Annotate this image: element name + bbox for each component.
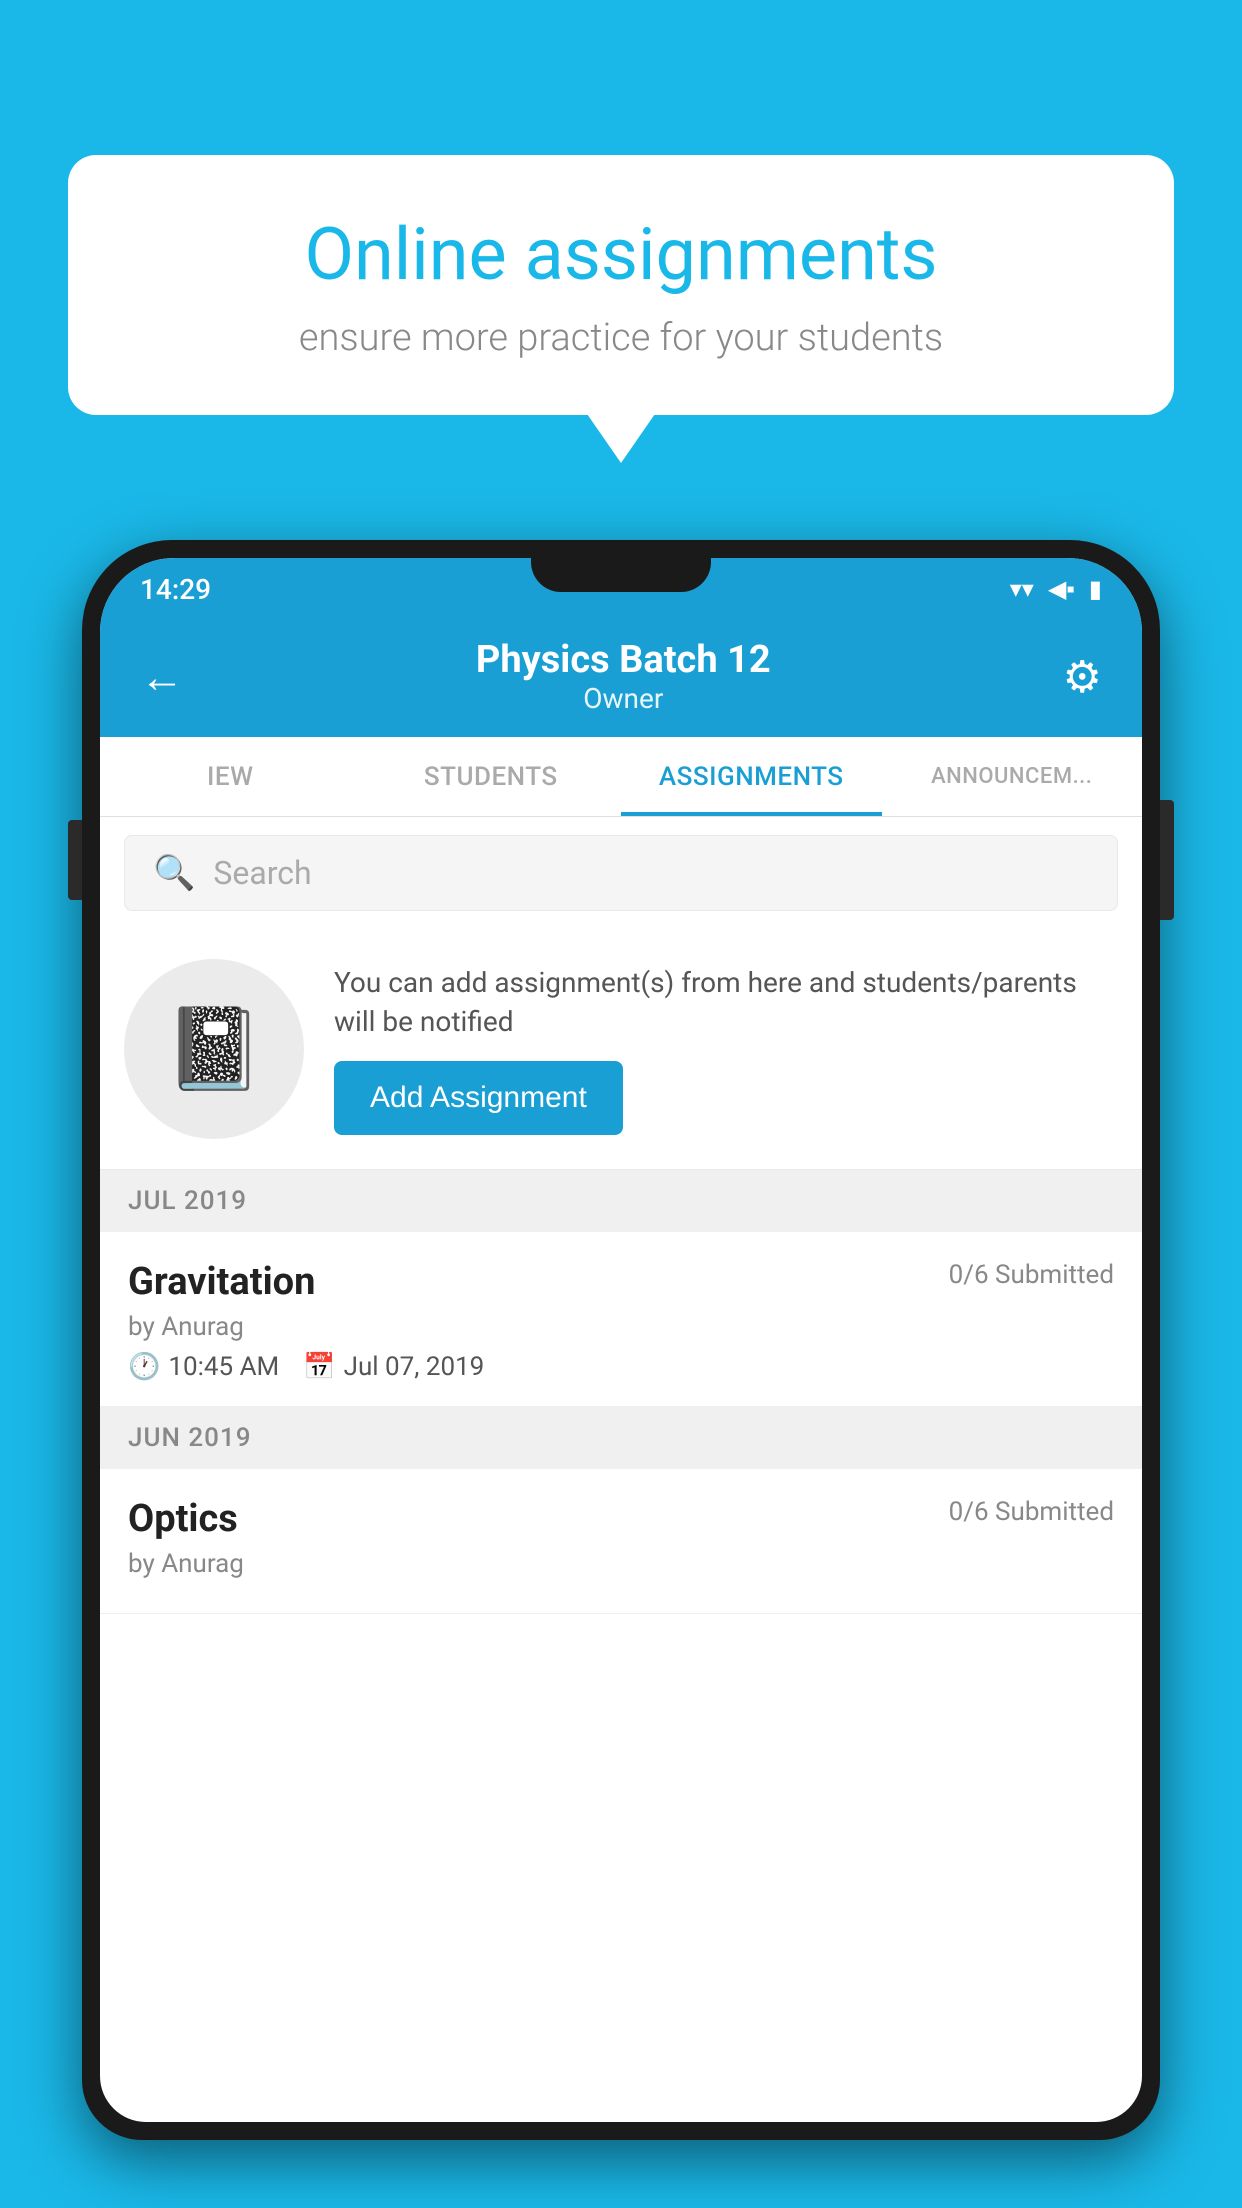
- phone-mockup: 14:29 ▾▾ ◀▪ ▮ ← Physics Batch 12 Owner ⚙: [82, 540, 1160, 2208]
- phone-outer: 14:29 ▾▾ ◀▪ ▮ ← Physics Batch 12 Owner ⚙: [82, 540, 1160, 2140]
- header-title: Physics Batch 12: [476, 638, 771, 682]
- search-bar[interactable]: 🔍 Search: [124, 835, 1118, 911]
- wifi-icon: ▾▾: [1010, 575, 1034, 603]
- assignment-date: 📅 Jul 07, 2019: [303, 1352, 484, 1382]
- app-header: ← Physics Batch 12 Owner ⚙: [100, 620, 1142, 737]
- assignment-submitted: 0/6 Submitted: [949, 1260, 1114, 1290]
- speech-bubble-container: Online assignments ensure more practice …: [68, 155, 1174, 415]
- assignment-item-gravitation[interactable]: Gravitation 0/6 Submitted by Anurag 🕐 10…: [100, 1232, 1142, 1407]
- promo-text-area: You can add assignment(s) from here and …: [334, 963, 1118, 1135]
- search-container: 🔍 Search: [100, 817, 1142, 929]
- phone-notch: [531, 540, 711, 592]
- tab-announcements[interactable]: ANNOUNCEM...: [882, 737, 1143, 816]
- notebook-icon: 📓: [164, 1002, 264, 1096]
- assignment-item-top-optics: Optics 0/6 Submitted: [128, 1497, 1114, 1541]
- header-title-group: Physics Batch 12 Owner: [476, 638, 771, 715]
- battery-icon: ▮: [1089, 575, 1102, 603]
- phone-screen: 14:29 ▾▾ ◀▪ ▮ ← Physics Batch 12 Owner ⚙: [100, 558, 1142, 2122]
- speech-bubble-title: Online assignments: [138, 215, 1104, 294]
- promo-icon-circle: 📓: [124, 959, 304, 1139]
- header-subtitle: Owner: [476, 682, 771, 715]
- status-time: 14:29: [140, 573, 211, 606]
- assignment-item-optics[interactable]: Optics 0/6 Submitted by Anurag: [100, 1469, 1142, 1614]
- search-placeholder: Search: [213, 854, 311, 892]
- assignment-submitted-optics: 0/6 Submitted: [949, 1497, 1114, 1527]
- back-button[interactable]: ←: [140, 651, 184, 703]
- tab-assignments[interactable]: ASSIGNMENTS: [621, 737, 882, 816]
- assignment-title: Gravitation: [128, 1260, 315, 1304]
- assignment-title-optics: Optics: [128, 1497, 238, 1541]
- assignment-time: 🕐 10:45 AM: [128, 1352, 279, 1382]
- assignment-by-optics: by Anurag: [128, 1549, 1114, 1579]
- tab-bar: IEW STUDENTS ASSIGNMENTS ANNOUNCEM...: [100, 737, 1142, 817]
- gear-icon[interactable]: ⚙: [1063, 651, 1102, 703]
- speech-bubble-subtitle: ensure more practice for your students: [138, 316, 1104, 360]
- assignment-item-top: Gravitation 0/6 Submitted: [128, 1260, 1114, 1304]
- clock-icon: 🕐: [128, 1352, 160, 1382]
- calendar-icon: 📅: [303, 1352, 335, 1382]
- add-assignment-promo: 📓 You can add assignment(s) from here an…: [100, 929, 1142, 1170]
- assignment-by: by Anurag: [128, 1312, 1114, 1342]
- promo-description: You can add assignment(s) from here and …: [334, 963, 1118, 1041]
- search-icon: 🔍: [153, 853, 195, 893]
- speech-bubble: Online assignments ensure more practice …: [68, 155, 1174, 415]
- section-header-jun: JUN 2019: [100, 1407, 1142, 1469]
- phone-button-left: [68, 820, 82, 900]
- status-icons: ▾▾ ◀▪ ▮: [1010, 575, 1102, 604]
- tab-students[interactable]: STUDENTS: [361, 737, 622, 816]
- tab-iew[interactable]: IEW: [100, 737, 361, 816]
- add-assignment-button[interactable]: Add Assignment: [334, 1061, 623, 1135]
- section-header-jul: JUL 2019: [100, 1170, 1142, 1232]
- signal-icon: ◀▪: [1048, 575, 1075, 604]
- phone-button-right: [1160, 800, 1174, 920]
- assignment-meta: 🕐 10:45 AM 📅 Jul 07, 2019: [128, 1352, 1114, 1382]
